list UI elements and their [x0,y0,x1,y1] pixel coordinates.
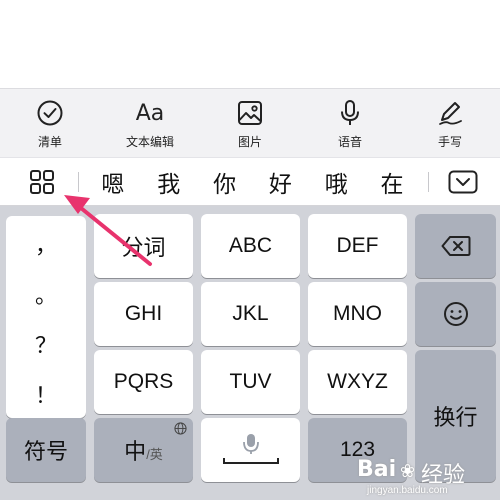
key-abc[interactable]: ABC [201,214,300,278]
key-jkl[interactable]: JKL [201,282,300,346]
checkmark-circle-icon [35,98,65,128]
paw-logo-icon: ❀ [400,461,416,482]
space-microphone-icon [222,434,279,464]
key-ghi[interactable]: GHI [94,282,193,346]
keyboard-menu-button[interactable] [22,168,62,196]
voice-label: 语音 [337,135,362,149]
punctuation-key[interactable]: ！ [6,378,86,410]
grid-icon [30,170,54,194]
backspace-button[interactable] [415,214,496,278]
voice-button[interactable]: 语音 [300,89,400,157]
candidate-bar: 嗯 我 你 好 哦 在 [0,157,500,206]
punctuation-column[interactable]: ， 。 ？ ！ [6,216,86,418]
space-voice-button[interactable] [201,418,300,482]
text-edit-label: 文本编辑 [125,135,174,149]
handwriting-button[interactable]: 手写 [400,89,500,157]
candidate-divider-right [428,172,429,192]
punctuation-key[interactable]: 。 [6,278,86,310]
pen-icon [435,98,465,128]
key-wxyz[interactable]: WXYZ [308,350,407,414]
note-toolbar: 清单 Aa 文本编辑 图片 语音 手写 [0,88,500,157]
candidate-divider-left [78,172,79,192]
smiley-icon [443,302,468,326]
handwriting-label: 手写 [437,135,462,149]
enter-label: 换行 [433,405,478,430]
key-tuv[interactable]: TUV [201,350,300,414]
image-icon [235,98,265,128]
chevron-down-icon [448,170,478,194]
candidate-item[interactable]: 你 [197,158,253,206]
candidate-item[interactable]: 我 [141,158,197,206]
note-content-area[interactable] [0,0,500,88]
baidu-jingyan-watermark: Bai ❀ 经验 jingyan.baidu.com [357,457,466,496]
language-label: 中/英 [124,439,163,464]
microphone-icon [335,98,365,128]
image-button[interactable]: 图片 [200,89,300,157]
backspace-icon [441,236,470,256]
checklist-label: 清单 [37,135,62,149]
candidate-item[interactable]: 哦 [308,158,364,206]
candidate-item[interactable]: 嗯 [85,158,141,206]
text-edit-icon: Aa [135,100,165,126]
punctuation-key[interactable]: ？ [6,328,86,360]
symbols-button[interactable]: 符号 [6,418,86,482]
key-mno[interactable]: MNO [308,282,407,346]
language-switch-button[interactable]: 中/英 [94,418,193,482]
key-pqrs[interactable]: PQRS [94,350,193,414]
emoji-button[interactable] [415,282,496,346]
candidate-list: 嗯 我 你 好 哦 在 [85,158,420,206]
punctuation-key[interactable]: ， [6,228,86,260]
text-edit-button[interactable]: Aa 文本编辑 [100,89,200,157]
globe-icon [174,422,187,435]
checklist-button[interactable]: 清单 [0,89,100,157]
hide-keyboard-button[interactable] [446,169,480,195]
image-label: 图片 [237,135,262,149]
candidate-item[interactable]: 在 [364,158,420,206]
key-def[interactable]: DEF [308,214,407,278]
candidate-item[interactable]: 好 [252,158,308,206]
key-fenci[interactable]: 分词 [94,214,193,278]
symbols-label: 符号 [23,439,68,464]
